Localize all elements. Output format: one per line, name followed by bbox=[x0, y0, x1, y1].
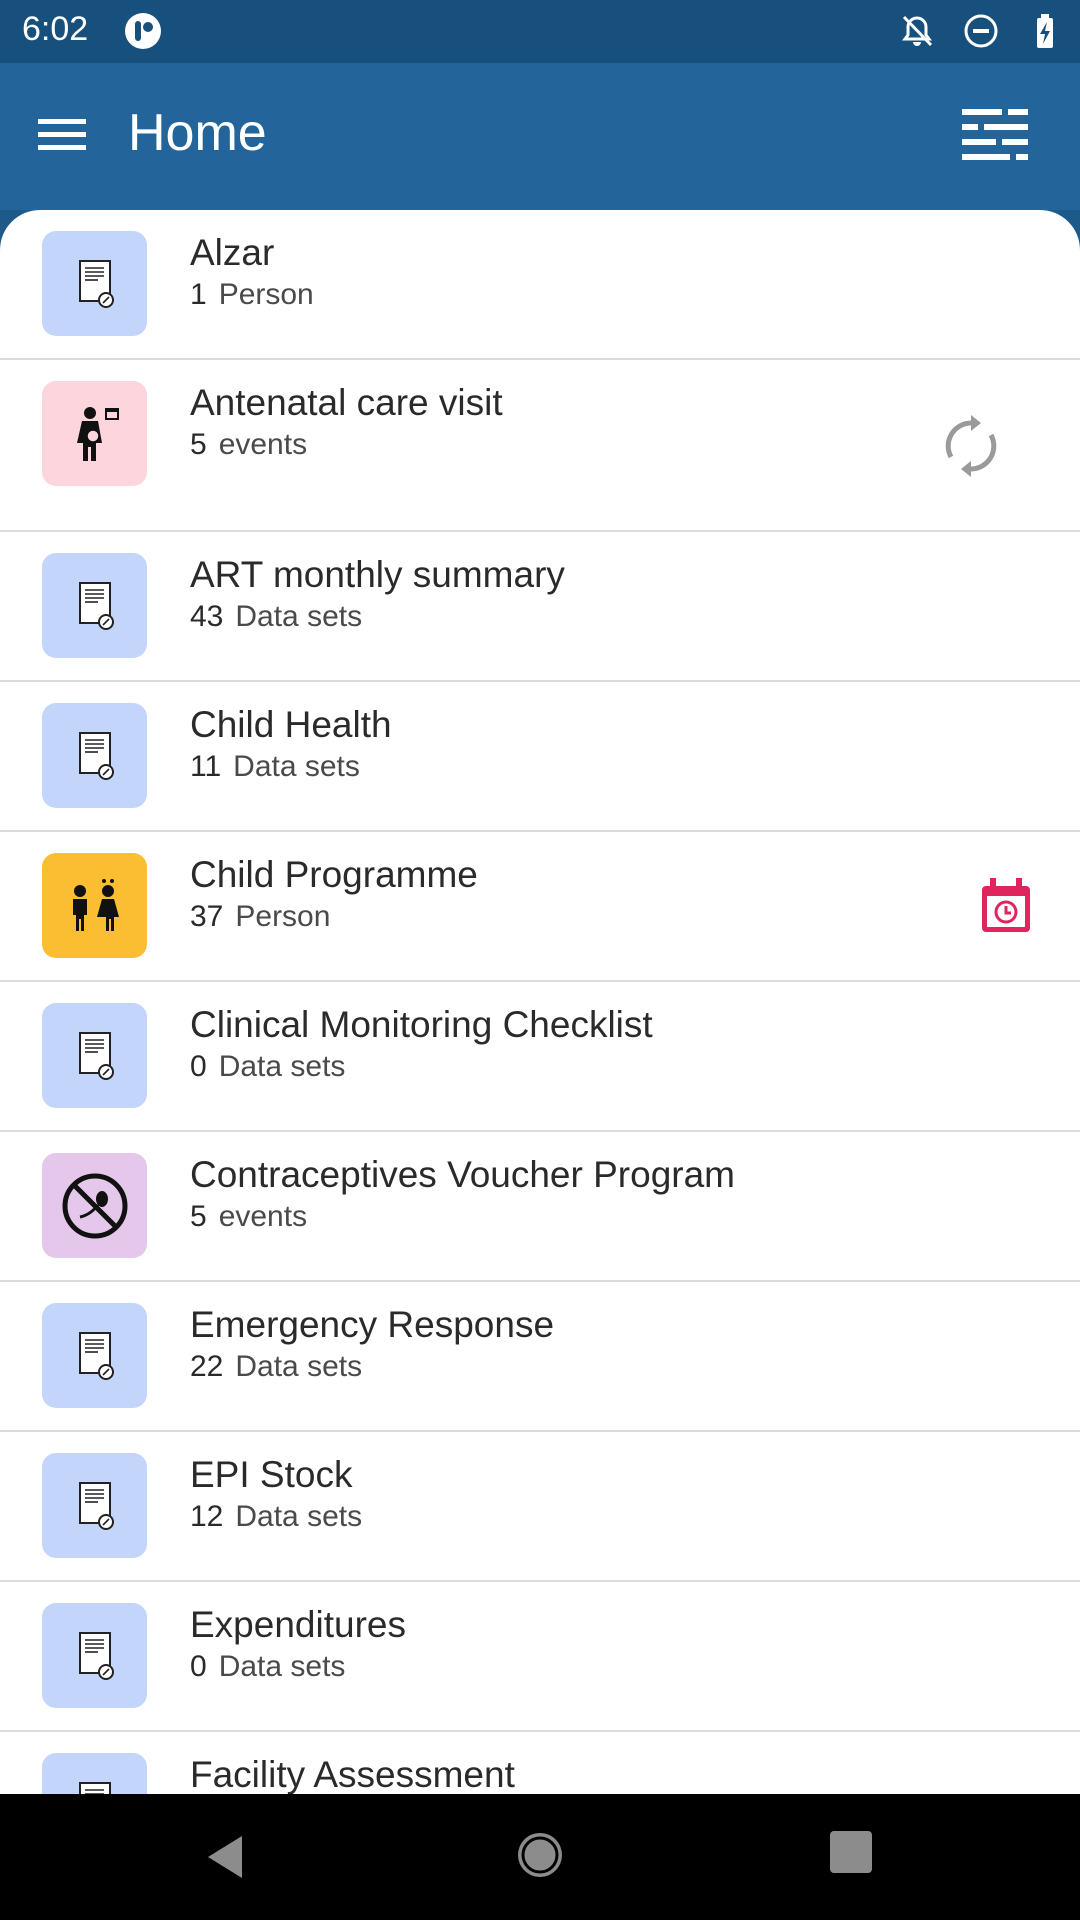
program-name: ART monthly summary bbox=[190, 554, 565, 595]
program-count: 43 Data sets bbox=[190, 600, 363, 633]
list-item-contraceptives-voucher-program[interactable]: Contraceptives Voucher Program 5 events bbox=[0, 1132, 1080, 1282]
program-count: 5 events bbox=[190, 1200, 308, 1233]
notifications-off-icon bbox=[902, 15, 933, 47]
filter-icon[interactable] bbox=[962, 107, 1028, 163]
do-not-disturb-icon bbox=[964, 14, 998, 48]
program-name: Child Health bbox=[190, 704, 392, 745]
dataset-form-icon bbox=[42, 1303, 147, 1408]
program-name: Contraceptives Voucher Program bbox=[190, 1154, 735, 1195]
back-icon[interactable] bbox=[200, 1832, 250, 1882]
program-list: Alzar 1 Person Antenatal care visit 5 even… bbox=[0, 210, 1080, 1794]
app-notification-icon bbox=[125, 13, 161, 49]
status-time: 6:02 bbox=[22, 10, 89, 48]
list-item-clinical-monitoring-checklist[interactable]: Clinical Monitoring Checklist 0 Data sets bbox=[0, 982, 1080, 1132]
dataset-form-icon bbox=[42, 1003, 147, 1108]
dataset-form-icon bbox=[42, 1453, 147, 1558]
program-name: Expenditures bbox=[190, 1604, 406, 1645]
program-name: Antenatal care visit bbox=[190, 382, 503, 423]
pregnant-woman-icon bbox=[42, 381, 147, 486]
list-item-child-programme[interactable]: Child Programme 37 Person bbox=[0, 832, 1080, 982]
status-bar: 6:02 bbox=[0, 0, 1080, 63]
dataset-form-icon bbox=[42, 231, 147, 336]
list-item-expenditures[interactable]: Expenditures 0 Data sets bbox=[0, 1582, 1080, 1732]
list-item-art-monthly-summary[interactable]: ART monthly summary 43 Data sets bbox=[0, 532, 1080, 682]
app-bar: Home bbox=[0, 63, 1080, 210]
program-count: 0 Data sets bbox=[190, 1650, 346, 1683]
program-count: 1 Person bbox=[190, 278, 314, 311]
program-name: EPI Stock bbox=[190, 1454, 353, 1495]
list-item-emergency-response[interactable]: Emergency Response 22 Data sets bbox=[0, 1282, 1080, 1432]
list-item-antenatal-care-visit[interactable]: Antenatal care visit 5 events bbox=[0, 360, 1080, 532]
home-icon[interactable] bbox=[515, 1830, 565, 1880]
program-name: Facility Assessment bbox=[190, 1754, 515, 1794]
dataset-form-icon bbox=[42, 1603, 147, 1708]
page-title: Home bbox=[128, 104, 267, 162]
program-count: 0 Data sets bbox=[190, 1050, 346, 1083]
program-count: 37 Person bbox=[190, 900, 331, 933]
program-name: Emergency Response bbox=[190, 1304, 555, 1345]
program-name: Clinical Monitoring Checklist bbox=[190, 1004, 653, 1045]
no-pregnancy-icon bbox=[42, 1153, 147, 1258]
calendar-alarm-icon[interactable] bbox=[980, 878, 1032, 934]
program-count: 11 Data sets bbox=[190, 750, 360, 783]
list-item-alzar[interactable]: Alzar 1 Person bbox=[0, 210, 1080, 360]
list-item-facility-assessment[interactable]: Facility Assessment bbox=[0, 1732, 1080, 1794]
program-count: 5 events bbox=[190, 428, 308, 461]
battery-charging-icon bbox=[1037, 14, 1053, 48]
dataset-form-icon bbox=[42, 703, 147, 808]
program-count: 12 Data sets bbox=[190, 1500, 363, 1533]
recents-icon[interactable] bbox=[830, 1831, 872, 1873]
system-nav-bar bbox=[0, 1794, 1080, 1920]
list-item-epi-stock[interactable]: EPI Stock 12 Data sets bbox=[0, 1432, 1080, 1582]
dataset-form-icon bbox=[42, 1753, 147, 1794]
program-count: 22 Data sets bbox=[190, 1350, 363, 1383]
menu-icon[interactable] bbox=[38, 115, 88, 155]
sync-icon[interactable] bbox=[942, 415, 1000, 477]
list-item-child-health[interactable]: Child Health 11 Data sets bbox=[0, 682, 1080, 832]
dataset-form-icon bbox=[42, 553, 147, 658]
program-name: Alzar bbox=[190, 232, 275, 273]
children-icon bbox=[42, 853, 147, 958]
program-name: Child Programme bbox=[190, 854, 478, 895]
